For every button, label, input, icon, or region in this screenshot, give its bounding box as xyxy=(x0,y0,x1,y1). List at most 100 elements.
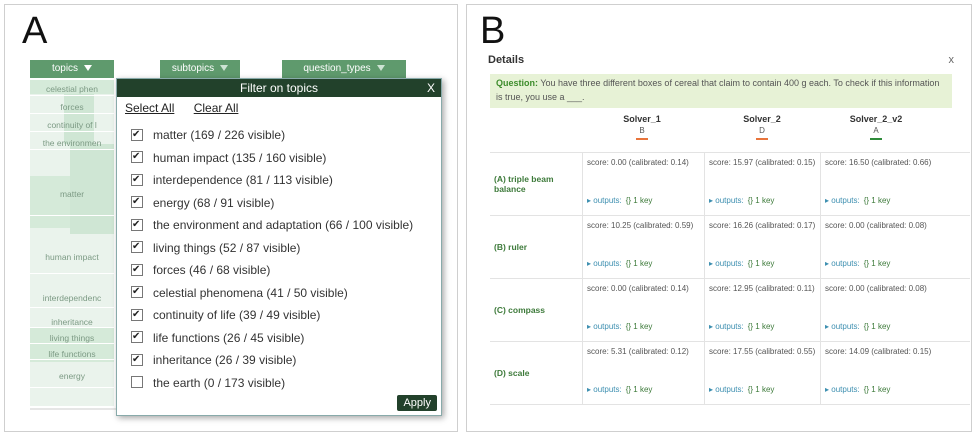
topic-cell[interactable]: the environmen xyxy=(30,136,114,150)
subtopics-column-header[interactable]: subtopics xyxy=(160,60,240,78)
outputs-toggle[interactable]: ▸ outputs:{} 1 key xyxy=(709,195,774,207)
topic-filter-item[interactable]: the environment and adaptation (66 / 100… xyxy=(131,217,413,233)
filter-popup: Filter on topics X Select All Clear All … xyxy=(116,78,442,416)
checkbox[interactable] xyxy=(131,329,143,345)
checkbox[interactable] xyxy=(131,127,143,143)
topic-filter-item[interactable]: forces (46 / 68 visible) xyxy=(131,262,270,278)
checkbox[interactable] xyxy=(131,239,143,255)
outputs-link[interactable]: outputs: xyxy=(593,259,621,268)
score-text: score: 16.26 (calibrated: 0.17) xyxy=(709,221,816,230)
outputs-link[interactable]: outputs: xyxy=(831,259,859,268)
outputs-link[interactable]: outputs: xyxy=(831,322,859,331)
close-icon[interactable]: x xyxy=(949,54,955,66)
key-count: {} 1 key xyxy=(747,196,775,205)
topic-cell[interactable]: human impact xyxy=(30,240,114,274)
details-header: Details x xyxy=(488,54,954,70)
filter-icon[interactable] xyxy=(84,65,93,72)
topics-column-header[interactable]: topics xyxy=(30,60,114,78)
checkbox[interactable] xyxy=(131,262,143,278)
topic-filter-item[interactable]: living things (52 / 87 visible) xyxy=(131,239,301,256)
outputs-link[interactable]: outputs: xyxy=(715,196,743,205)
topic-filter-item[interactable]: life functions (26 / 45 visible) xyxy=(131,329,304,346)
checkbox[interactable] xyxy=(131,376,143,389)
panel-b-letter: B xyxy=(480,10,506,52)
close-icon[interactable]: X xyxy=(427,79,435,97)
outputs-link[interactable]: outputs: xyxy=(715,322,743,331)
score-text: score: 10.25 (calibrated: 0.59) xyxy=(587,221,694,230)
key-count: {} 1 key xyxy=(863,322,891,331)
outputs-toggle[interactable]: ▸ outputs:{} 1 key xyxy=(709,384,774,396)
topic-cell[interactable]: forces xyxy=(30,100,114,114)
topic-filter-item[interactable]: the earth (0 / 173 visible) xyxy=(131,375,285,391)
outputs-link[interactable]: outputs: xyxy=(593,322,621,331)
topic-cell[interactable]: inheritance xyxy=(30,316,114,328)
select-all-link[interactable]: Select All xyxy=(125,101,174,115)
outputs-toggle[interactable]: ▸ outputs:{} 1 key xyxy=(587,321,652,333)
topic-filter-item[interactable]: continuity of life (39 / 49 visible) xyxy=(131,307,320,323)
topic-cell[interactable]: continuity of l xyxy=(30,118,114,132)
outputs-toggle[interactable]: ▸ outputs:{} 1 key xyxy=(825,258,890,270)
outputs-link[interactable]: outputs: xyxy=(831,196,859,205)
topic-filter-label: inheritance (26 / 39 visible) xyxy=(153,353,297,367)
question-types-column-header[interactable]: question_types xyxy=(282,60,406,78)
topic-cell[interactable]: living things xyxy=(30,332,114,344)
outputs-toggle[interactable]: ▸ outputs:{} 1 key xyxy=(709,321,774,333)
checkbox[interactable] xyxy=(131,307,143,323)
topic-filter-label: the environment and adaptation (66 / 100… xyxy=(153,218,414,232)
outputs-link[interactable]: outputs: xyxy=(715,259,743,268)
topic-cell[interactable]: life functions xyxy=(30,348,114,360)
outputs-toggle[interactable]: ▸ outputs:{} 1 key xyxy=(587,384,652,396)
checkbox[interactable] xyxy=(131,284,143,300)
key-count: {} 1 key xyxy=(747,322,775,331)
score-cell: score: 0.00 (calibrated: 0.08) ▸ outputs:… xyxy=(820,279,936,341)
outputs-toggle[interactable]: ▸ outputs:{} 1 key xyxy=(825,384,890,396)
topics-column: celestial phen forces continuity of l th… xyxy=(30,80,114,406)
topic-filter-item[interactable]: inheritance (26 / 39 visible) xyxy=(131,352,296,368)
outputs-toggle[interactable]: ▸ outputs:{} 1 key xyxy=(709,258,774,270)
outputs-link[interactable]: outputs: xyxy=(715,385,743,394)
outputs-toggle[interactable]: ▸ outputs:{} 1 key xyxy=(587,258,652,270)
solver-header: Solver_2_v2 A xyxy=(826,114,926,140)
solver-name: Solver_2 xyxy=(743,114,781,124)
topic-cell[interactable]: interdependenc xyxy=(30,288,114,308)
outputs-link[interactable]: outputs: xyxy=(593,385,621,394)
checkbox[interactable] xyxy=(131,172,143,188)
topic-cell[interactable]: matter xyxy=(30,172,114,216)
axis-line xyxy=(30,408,130,410)
question-types-header-label: question_types xyxy=(303,63,371,74)
topic-cell[interactable]: energy xyxy=(30,364,114,388)
checkbox[interactable] xyxy=(131,352,143,368)
popup-title-bar: Filter on topics X xyxy=(117,79,441,97)
clear-all-link[interactable]: Clear All xyxy=(194,101,239,115)
solver-answer: A xyxy=(873,126,879,135)
checkbox[interactable] xyxy=(131,217,143,233)
outputs-toggle[interactable]: ▸ outputs:{} 1 key xyxy=(825,195,890,207)
filter-icon[interactable] xyxy=(220,65,229,72)
question-text: You have three different boxes of cereal… xyxy=(496,78,940,102)
outputs-link[interactable]: outputs: xyxy=(593,196,621,205)
score-text: score: 5.31 (calibrated: 0.12) xyxy=(587,347,689,356)
table-row: (C) compass score: 0.00 (calibrated: 0.14… xyxy=(490,279,970,342)
filter-icon[interactable] xyxy=(376,65,385,72)
key-count: {} 1 key xyxy=(747,259,775,268)
score-cell: score: 5.31 (calibrated: 0.12) ▸ outputs:… xyxy=(582,342,698,404)
answer-option-label: (B) ruler xyxy=(494,242,528,252)
key-count: {} 1 key xyxy=(625,259,653,268)
outputs-link[interactable]: outputs: xyxy=(831,385,859,394)
topic-filter-item[interactable]: interdependence (81 / 113 visible) xyxy=(131,172,333,188)
checkbox[interactable] xyxy=(131,149,143,165)
topic-filter-item[interactable]: energy (68 / 91 visible) xyxy=(131,194,274,211)
score-text: score: 15.97 (calibrated: 0.15) xyxy=(709,158,816,167)
panel-a-letter: A xyxy=(22,10,48,52)
key-count: {} 1 key xyxy=(625,385,653,394)
topic-filter-label: living things (52 / 87 visible) xyxy=(153,240,301,255)
outputs-toggle[interactable]: ▸ outputs:{} 1 key xyxy=(825,321,890,333)
topic-filter-item[interactable]: human impact (135 / 160 visible) xyxy=(131,149,326,166)
topic-cell[interactable]: celestial phen xyxy=(30,82,114,96)
key-count: {} 1 key xyxy=(863,259,891,268)
topic-filter-item[interactable]: matter (169 / 226 visible) xyxy=(131,127,285,143)
topic-filter-item[interactable]: celestial phenomena (41 / 50 visible) xyxy=(131,284,348,301)
apply-button[interactable]: Apply xyxy=(397,395,437,411)
checkbox[interactable] xyxy=(131,194,143,210)
outputs-toggle[interactable]: ▸ outputs:{} 1 key xyxy=(587,195,652,207)
